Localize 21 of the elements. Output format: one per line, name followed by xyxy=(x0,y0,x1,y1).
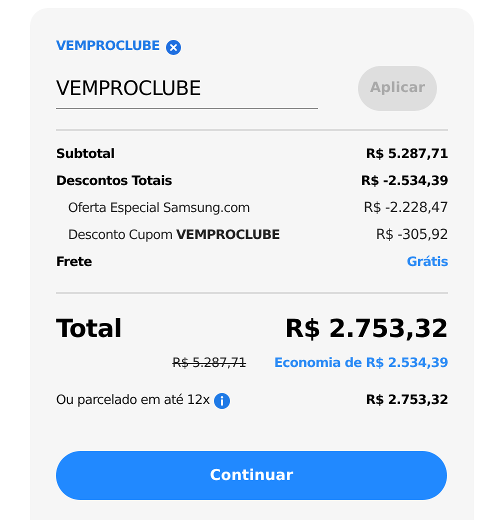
total-label: Total xyxy=(56,313,122,345)
summary-label: Subtotal xyxy=(56,146,115,164)
summary-label: Desconto Cupom VEMPROCLUBE xyxy=(67,226,280,245)
continue-button[interactable]: Continuar xyxy=(56,450,447,500)
summary-value: R$ -2.228,47 xyxy=(364,199,448,218)
savings-text: Economia de R$ 2.534,39 xyxy=(274,354,448,372)
coupon-input-field[interactable]: VEMPROCLUBE xyxy=(56,68,318,108)
summary-value: R$ -305,92 xyxy=(376,226,448,245)
summary-label: Frete xyxy=(56,254,92,272)
applied-coupon-code: VEMPROCLUBE xyxy=(56,38,160,56)
summary-label: Oferta Especial Samsung.com xyxy=(67,200,250,218)
total-amount: R$ 2.753,32 xyxy=(284,313,448,345)
installments-amount: R$ 2.753,32 xyxy=(366,392,448,410)
summary-value: R$ -2.534,39 xyxy=(360,172,448,191)
summary-value: R$ 5.287,71 xyxy=(366,146,448,164)
remove-icon[interactable] xyxy=(166,40,181,54)
summary-label: Descontos Totais xyxy=(56,172,172,191)
original-price: R$ 5.287,71 xyxy=(172,354,246,372)
installments-label: Ou parcelado em até 12x xyxy=(56,392,210,410)
summary-value: Grátis xyxy=(406,254,448,272)
info-icon[interactable] xyxy=(214,392,230,409)
